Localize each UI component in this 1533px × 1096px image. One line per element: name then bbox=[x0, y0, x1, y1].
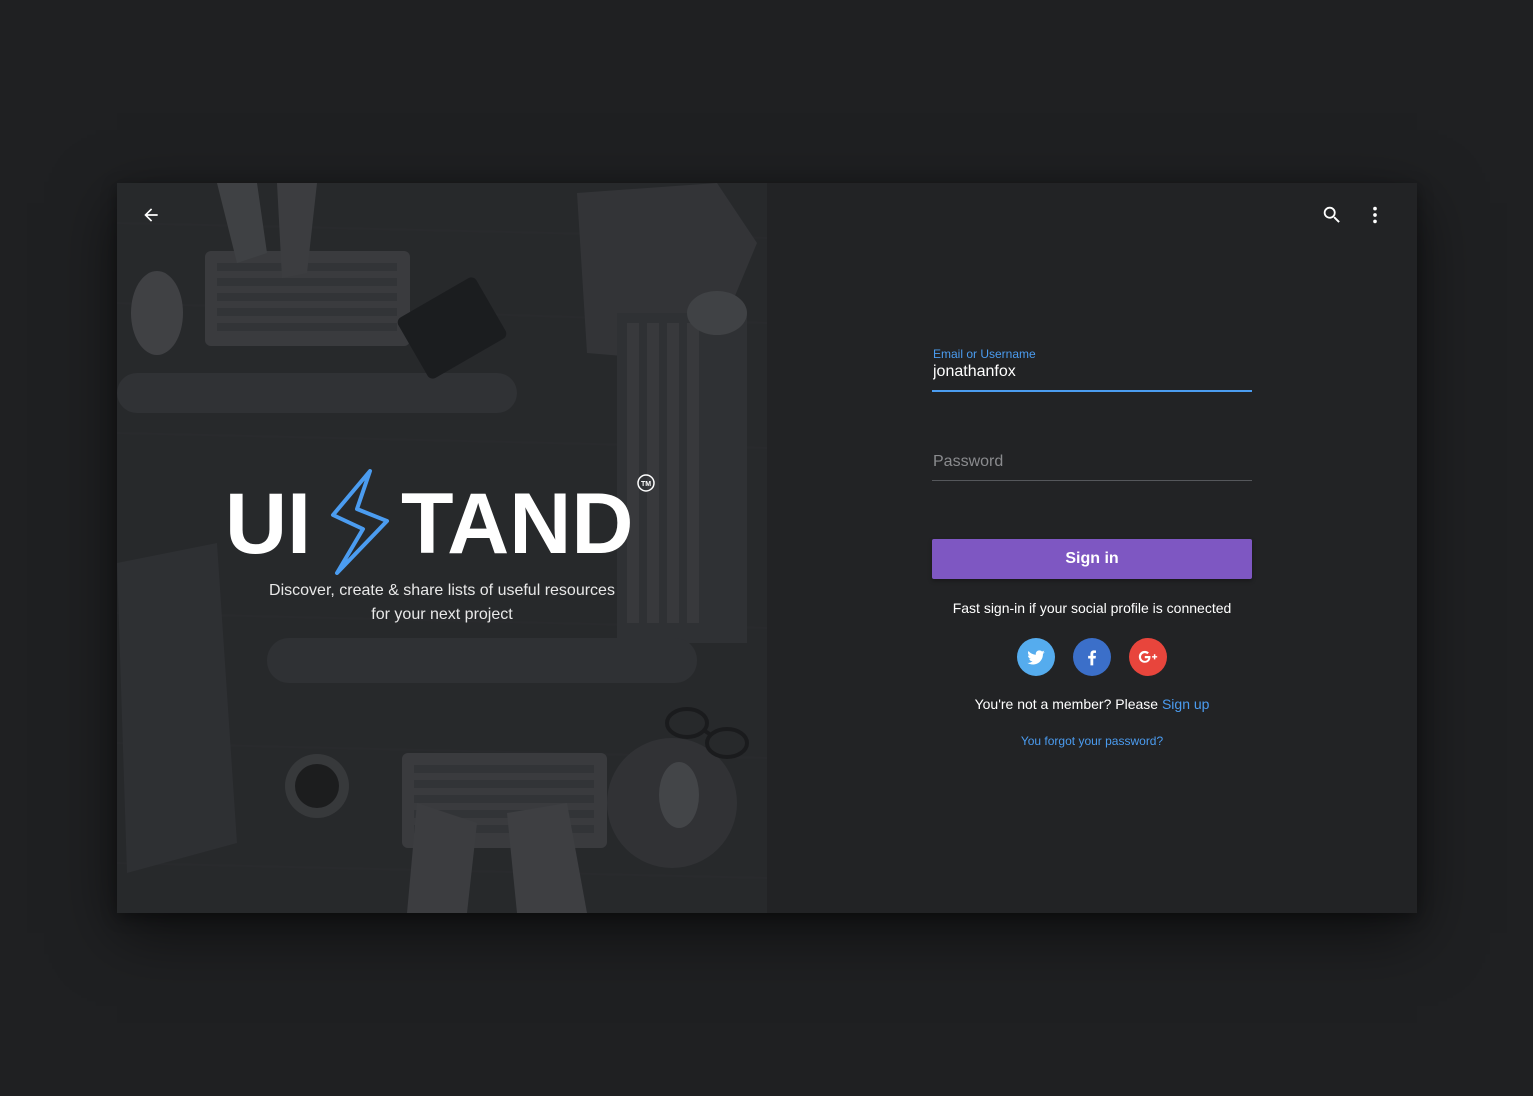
password-field[interactable] bbox=[932, 451, 1254, 473]
logo-text-right: TAND bbox=[401, 476, 633, 572]
login-window: UI TAND TM Discover, create & share list… bbox=[117, 183, 1417, 913]
signup-prompt-text: You're not a member? Please bbox=[974, 696, 1162, 712]
email-field[interactable] bbox=[932, 359, 1254, 385]
fast-signin-text: Fast sign-in if your social profile is c… bbox=[952, 600, 1232, 616]
tagline: Discover, create & share lists of useful… bbox=[217, 579, 667, 627]
password-underline bbox=[932, 480, 1252, 481]
facebook-icon bbox=[1088, 650, 1096, 666]
social-buttons bbox=[932, 638, 1252, 676]
tagline-line-1: Discover, create & share lists of useful… bbox=[269, 582, 615, 599]
tagline-line-2: for your next project bbox=[371, 606, 513, 623]
twitter-icon bbox=[1027, 650, 1045, 665]
twitter-button[interactable] bbox=[1017, 638, 1055, 676]
facebook-button[interactable] bbox=[1073, 638, 1111, 676]
forgot-password-link[interactable]: You forgot your password? bbox=[932, 734, 1252, 748]
trademark-symbol: TM bbox=[641, 481, 651, 488]
back-button[interactable] bbox=[131, 195, 171, 235]
google-plus-button[interactable] bbox=[1129, 638, 1167, 676]
sign-in-button[interactable]: Sign in bbox=[932, 539, 1252, 579]
arrow-left-icon bbox=[144, 208, 158, 222]
sign-up-link[interactable]: Sign up bbox=[1162, 696, 1209, 712]
email-underline bbox=[932, 390, 1252, 392]
google-plus-icon bbox=[1138, 650, 1158, 663]
signup-prompt: You're not a member? Please Sign up bbox=[912, 696, 1272, 712]
uistand-logo: UI TAND TM bbox=[225, 469, 655, 575]
login-panel: Email or Username Sign in Fast sign-in i… bbox=[767, 183, 1417, 913]
search-icon bbox=[1323, 206, 1340, 223]
search-button[interactable] bbox=[1312, 195, 1352, 235]
more-vert-icon bbox=[1373, 206, 1377, 224]
lightning-bolt-icon bbox=[331, 469, 389, 575]
more-menu-button[interactable] bbox=[1355, 195, 1395, 235]
hero-panel: UI TAND TM Discover, create & share list… bbox=[117, 183, 767, 913]
logo-text-left: UI bbox=[225, 476, 311, 572]
